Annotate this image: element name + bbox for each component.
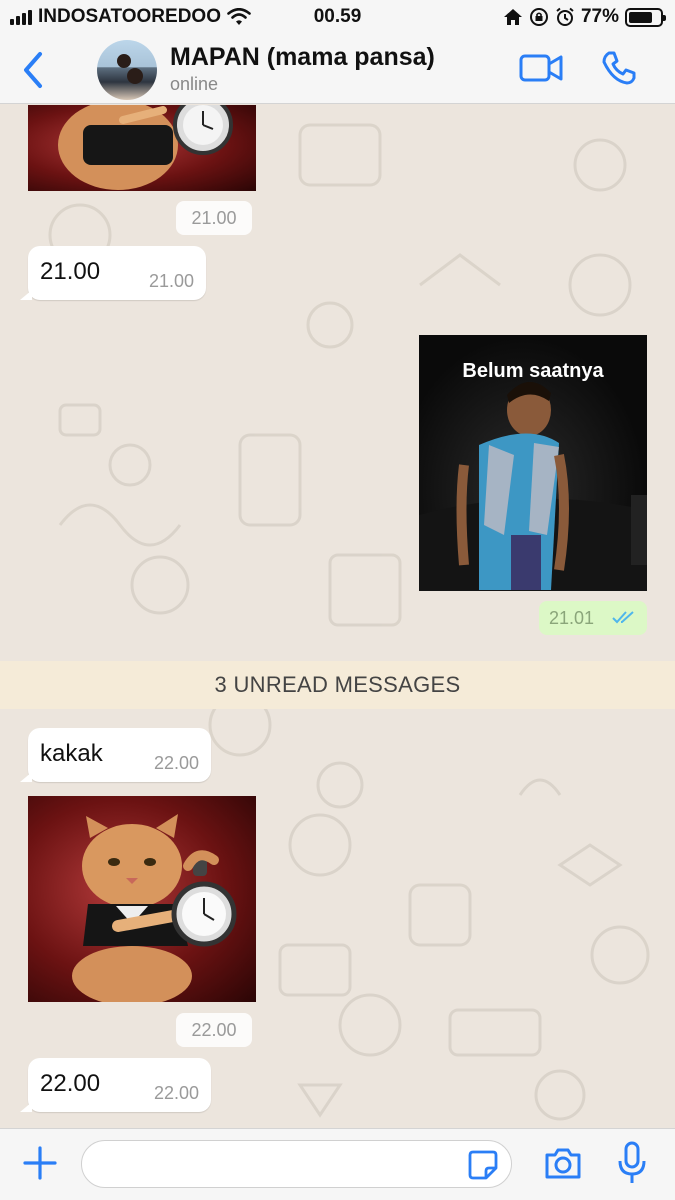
cat-photo xyxy=(72,814,237,1002)
contact-name[interactable]: MAPAN (mama pansa) xyxy=(170,43,435,72)
unread-messages-divider: 3 UNREAD MESSAGES xyxy=(0,661,675,709)
cat-image[interactable] xyxy=(28,796,256,1002)
contact-status: online xyxy=(170,74,219,94)
avatar[interactable] xyxy=(97,40,157,100)
chat-area[interactable]: 21.00 21.00 21.00 Belum saatnya 21.01 3 … xyxy=(0,105,675,1128)
outgoing-timestamp: 21.01 xyxy=(539,601,647,635)
orientation-lock-icon xyxy=(529,8,548,26)
battery-percent: 77% xyxy=(580,6,619,27)
cat-photo-top xyxy=(58,105,233,190)
back-chevron-icon[interactable] xyxy=(18,50,48,90)
timestamp-chip: 21.00 xyxy=(176,201,252,235)
incoming-message[interactable]: 21.00 21.00 xyxy=(20,246,206,300)
timestamp-chip: 22.00 xyxy=(176,1013,252,1047)
camera-icon[interactable] xyxy=(543,1145,583,1181)
input-bar xyxy=(0,1128,675,1200)
photo-time: 21.01 xyxy=(549,608,595,628)
video-call-icon[interactable] xyxy=(519,52,563,84)
status-bar: INDOSATOOREDOO 00.59 77% xyxy=(0,0,675,34)
cat-image-top[interactable] xyxy=(28,105,256,191)
phone-icon[interactable] xyxy=(601,50,637,86)
message-text: 21.00 xyxy=(40,258,101,285)
battery-fill xyxy=(629,11,653,23)
chat-header: MAPAN (mama pansa) online xyxy=(0,34,675,104)
microphone-icon[interactable] xyxy=(617,1141,647,1185)
home-icon xyxy=(503,9,522,25)
message-text: kakak xyxy=(40,740,103,767)
status-right: 77% xyxy=(503,6,666,28)
incoming-message[interactable]: kakak 22.00 xyxy=(20,728,211,782)
message-input[interactable] xyxy=(81,1140,512,1188)
message-time: 22.00 xyxy=(153,753,199,773)
photo-caption: Belum saatnya xyxy=(462,360,604,382)
plus-icon[interactable] xyxy=(22,1145,58,1181)
message-time: 22.00 xyxy=(153,1083,199,1103)
battery-icon xyxy=(625,7,666,27)
incoming-message[interactable]: 22.00 22.00 xyxy=(20,1058,211,1112)
message-time: 21.00 xyxy=(148,271,194,291)
outgoing-photo[interactable]: Belum saatnya xyxy=(419,335,647,591)
sticker-icon[interactable] xyxy=(467,1149,499,1181)
message-text: 22.00 xyxy=(40,1070,101,1097)
alarm-icon xyxy=(556,7,574,26)
read-ticks-icon xyxy=(612,611,634,624)
